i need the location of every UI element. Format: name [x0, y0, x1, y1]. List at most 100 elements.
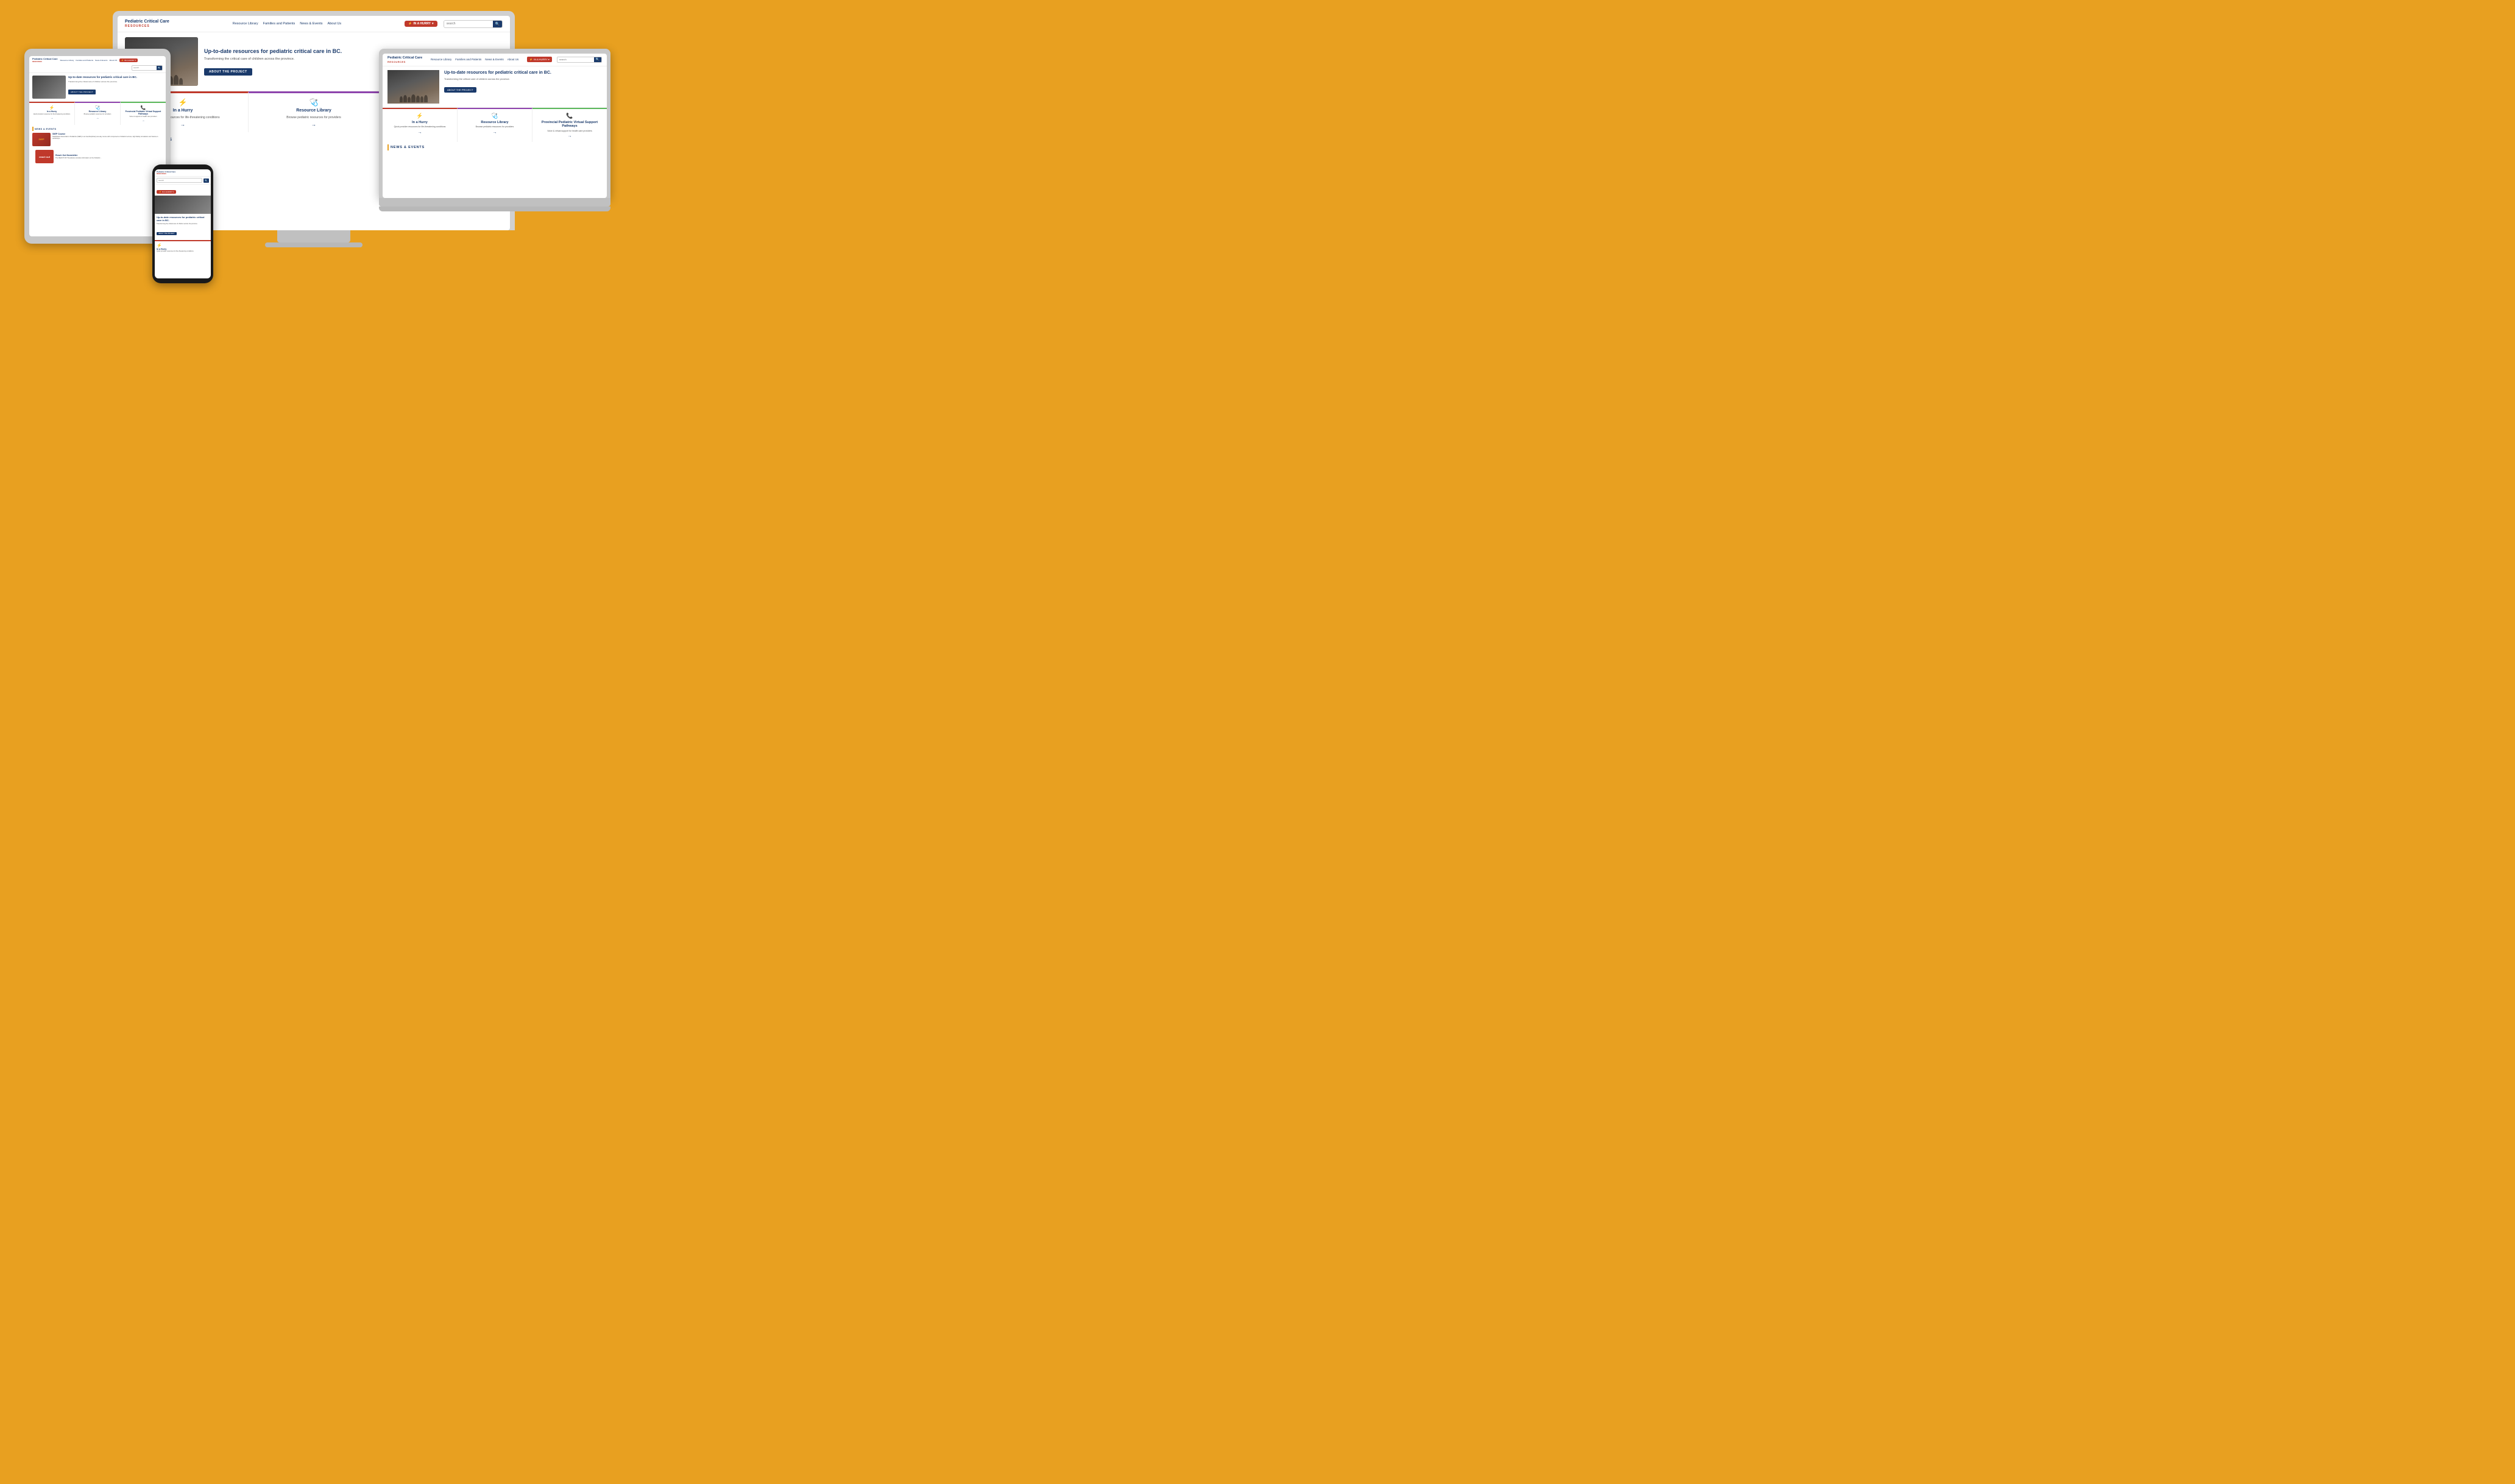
laptop-frame: Pediatric Critical Care RESOURCES Resour… — [379, 49, 610, 198]
phone-frame: Pediatric Critical Care RESOURCES 🔍 ⚡ IN… — [152, 164, 213, 283]
site-logo-sub: RESOURCES — [125, 24, 169, 28]
laptop-hurry-desc: Quick provider resources for life-threat… — [385, 125, 455, 129]
step-logo: StEP — [38, 138, 44, 141]
phone-screen: Pediatric Critical Care RESOURCES 🔍 ⚡ IN… — [155, 169, 211, 278]
tablet-logo-sub: RESOURCES — [32, 61, 58, 63]
tablet-nav: Resource Library Families and Patients N… — [60, 59, 118, 62]
laptop-card-virtual[interactable]: 📞 Provincial Pediatric Virtual Support P… — [532, 108, 607, 143]
phone-search-input[interactable] — [157, 178, 202, 183]
tablet-about-btn[interactable]: ABOUT THE PROJECT — [68, 90, 96, 94]
tablet-step-content: StEP Course Stabilization Essentials in … — [52, 133, 163, 140]
laptop-hero-title: Up-to-date resources for pediatric criti… — [444, 70, 551, 76]
tablet-virtual-icon: 📞 — [122, 105, 164, 110]
laptop-news: NEWS & EVENTS — [383, 142, 607, 155]
site-nav: Resource Library Families and Patients N… — [175, 22, 398, 26]
tablet-news-heading: NEWS & EVENTS — [32, 127, 163, 131]
tablet-nav-library[interactable]: Resource Library — [60, 59, 74, 62]
tablet-news-step: StEP StEP Course Stabilization Essential… — [32, 133, 163, 146]
hurry-icon: ⚡ — [408, 22, 412, 26]
laptop-search-button[interactable]: 🔍 — [594, 57, 601, 62]
phone-hurry-button[interactable]: ⚡ IN A HURRY ▾ — [157, 190, 176, 194]
tablet-nav-families[interactable]: Families and Patients — [76, 59, 93, 62]
laptop-virtual-arrow: → — [535, 134, 604, 138]
tablet-logo: Pediatric Critical Care RESOURCES — [32, 58, 58, 63]
hurry-chevron: ▾ — [432, 22, 434, 26]
tablet-library-desc: Browse pediatric resources for providers — [77, 113, 118, 115]
nav-about[interactable]: About Us — [328, 22, 342, 26]
library-card-arrow: → — [253, 122, 374, 127]
laptop-nav-about[interactable]: About Us — [508, 58, 519, 61]
laptop-about-btn[interactable]: ABOUT THE PROJECT — [444, 87, 476, 93]
tablet-header: Pediatric Critical Care RESOURCES Resour… — [29, 56, 166, 73]
laptop-hurry-btn[interactable]: ⚡ IN A HURRY ▾ — [527, 57, 552, 62]
laptop-logo-block: Pediatric Critical Care RESOURCES — [387, 56, 422, 63]
tablet-screen: Pediatric Critical Care RESOURCES Resour… — [29, 56, 166, 236]
laptop-logo: Pediatric Critical Care — [387, 56, 422, 60]
tablet-hero-subtitle: Transforming the critical care of childr… — [68, 80, 137, 83]
laptop-hurry-arrow: → — [385, 130, 455, 135]
tablet-hero-image — [32, 76, 66, 99]
phone-search-button[interactable]: 🔍 — [203, 178, 209, 183]
laptop-hurry-icon: ⚡ — [385, 113, 455, 119]
tablet-search-button[interactable]: 🔍 — [157, 66, 162, 70]
tablet-reach-desc: The REACH OUT Newsletter provides inform… — [55, 157, 102, 159]
reach-out-label: reach out — [39, 155, 50, 158]
tablet-search: 🔍 — [132, 65, 163, 71]
laptop-card-library[interactable]: 🩺 Resource Library Browse pediatric reso… — [458, 108, 532, 143]
laptop-nav-library[interactable]: Resource Library — [431, 58, 451, 61]
phone-hero-text: Up-to-date resources for pediatric criti… — [155, 214, 211, 239]
about-project-button[interactable]: ABOUT THE PROJECT — [204, 68, 252, 76]
laptop-library-title: Resource Library — [460, 121, 529, 125]
tablet-search-input[interactable] — [132, 66, 157, 70]
nav-news[interactable]: News & Events — [300, 22, 322, 26]
laptop-card-hurry[interactable]: ⚡ In a Hurry Quick provider resources fo… — [383, 108, 458, 143]
phone-about-btn[interactable]: ABOUT THE PROJECT — [157, 232, 177, 235]
nav-families[interactable]: Families and Patients — [263, 22, 295, 26]
tablet-step-title: StEP Course — [52, 133, 163, 135]
laptop-hero-image — [387, 70, 439, 104]
phone-search-row: 🔍 — [155, 177, 211, 185]
tablet-card-library[interactable]: 🩺 Resource Library Browse pediatric reso… — [75, 102, 121, 125]
tablet-hurry-icon: ⚡ — [31, 105, 73, 110]
tablet-card-virtual[interactable]: 📞 Provincial Pediatric Virtual Support P… — [121, 102, 166, 125]
library-card-title: Resource Library — [253, 108, 374, 113]
phone-logo-sub: RESOURCES — [157, 173, 209, 175]
tablet-library-icon: 🩺 — [77, 105, 118, 110]
tablet-reach-out: reach out Reach Out Newsletter The REACH… — [32, 149, 163, 164]
search-input[interactable] — [444, 21, 493, 27]
tablet-step-image: StEP — [32, 133, 51, 146]
tablet-reach-title: Reach Out Newsletter — [55, 154, 102, 157]
tablet-hero-title: Up-to-date resources for pediatric criti… — [68, 76, 137, 79]
laptop-nav-news[interactable]: News & Events — [485, 58, 504, 61]
tablet-hurry-arrow: → — [31, 116, 73, 120]
laptop-search-input[interactable] — [557, 57, 594, 62]
laptop-news-title: NEWS & EVENTS — [391, 146, 425, 149]
phone-hurry-card-desc: Quick provider resources for life-threat… — [157, 250, 209, 252]
laptop-screen: Pediatric Critical Care RESOURCES Resour… — [383, 54, 607, 198]
logo-block: Pediatric Critical Care RESOURCES — [125, 19, 169, 28]
tablet-reach-image: reach out — [35, 150, 54, 163]
tablet-virtual-desc: Voice & support for health care provider… — [122, 116, 164, 118]
tablet-nav-news[interactable]: News & Events — [95, 59, 107, 62]
site-logo: Pediatric Critical Care — [125, 19, 169, 24]
library-card-icon: 🩺 — [253, 98, 374, 107]
laptop-nav-families[interactable]: Families and Patients — [455, 58, 481, 61]
hero-title: Up-to-date resources for pediatric criti… — [204, 48, 342, 55]
laptop-virtual-title: Provincial Pediatric Virtual Support Pat… — [535, 121, 604, 129]
search-button[interactable]: 🔍 — [493, 21, 502, 27]
site-header: Pediatric Critical Care RESOURCES Resour… — [118, 16, 510, 32]
laptop-base — [379, 207, 610, 211]
laptop-library-icon: 🩺 — [460, 113, 529, 119]
hurry-button[interactable]: ⚡ IN A HURRY ▾ — [405, 21, 437, 27]
phone-hurry-icon: ⚡ — [159, 191, 161, 193]
tablet-hurry-btn[interactable]: ⚡ IN A HURRY ▾ — [119, 58, 138, 62]
phone-card-hurry[interactable]: ⚡ In a Hurry Quick provider resources fo… — [155, 240, 211, 254]
nav-resource-library[interactable]: Resource Library — [233, 22, 258, 26]
tablet-nav-about[interactable]: About US — [109, 59, 117, 62]
tablet-card-hurry[interactable]: ⚡ In a Hurry Quick provider resources fo… — [29, 102, 75, 125]
card-resource-library[interactable]: 🩺 Resource Library Browse pediatric reso… — [249, 91, 380, 132]
tablet-library-title: Resource Library — [77, 110, 118, 113]
search-bar: 🔍 — [444, 20, 503, 28]
laptop-nav: Resource Library Families and Patients N… — [427, 58, 522, 61]
phone-hurry-card-icon: ⚡ — [157, 243, 209, 248]
